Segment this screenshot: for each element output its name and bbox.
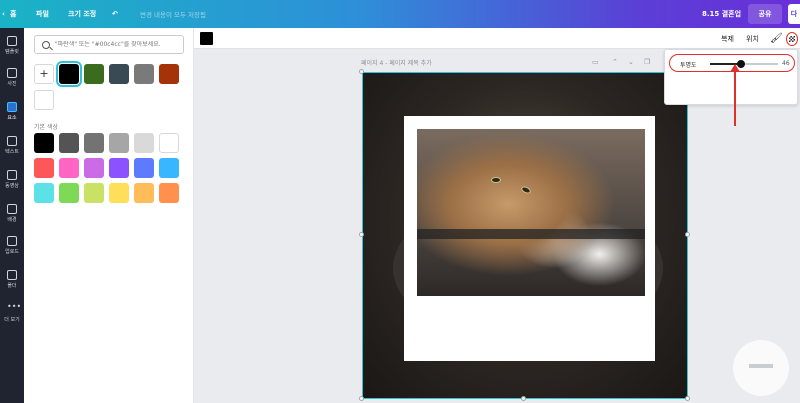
default-color-swatch[interactable]: [34, 183, 54, 203]
document-color-swatch[interactable]: [159, 64, 179, 84]
rail-item-more[interactable]: ••• 더 보기: [0, 302, 24, 324]
default-color-swatch[interactable]: [109, 183, 129, 203]
watermark-dumbbell: [749, 364, 773, 368]
resize-handle[interactable]: [359, 232, 364, 237]
resize-handle[interactable]: [359, 396, 364, 401]
default-color-swatch[interactable]: [159, 183, 179, 203]
rail-label: 폴더: [7, 283, 17, 289]
default-color-swatch[interactable]: [134, 133, 154, 153]
default-color-swatch[interactable]: [34, 158, 54, 178]
default-color-swatch[interactable]: [159, 133, 179, 153]
current-color-swatch[interactable]: [200, 32, 213, 45]
rail-label: 더 보기: [4, 317, 20, 323]
rail-item-uploads[interactable]: 업로드: [0, 236, 24, 255]
rail-item-video[interactable]: 동영상: [0, 170, 24, 189]
transparency-value[interactable]: 46: [782, 60, 790, 67]
default-color-swatch[interactable]: [59, 183, 79, 203]
resize-handle[interactable]: [685, 232, 690, 237]
transparency-label: 투명도: [680, 62, 697, 69]
default-color-swatch[interactable]: [84, 133, 104, 153]
bowl-rim: [417, 229, 645, 296]
default-color-swatch[interactable]: [109, 158, 129, 178]
transparency-slider[interactable]: [710, 60, 778, 68]
template-icon: [7, 36, 17, 46]
photo-icon: [7, 68, 17, 78]
folder-icon: [7, 270, 17, 280]
home-button[interactable]: 홈: [10, 0, 16, 28]
rail-item-background[interactable]: 배경: [0, 204, 24, 223]
resize-button[interactable]: 크기 조정: [68, 0, 96, 28]
rail-item-text[interactable]: 텍스트: [0, 136, 24, 155]
upload-icon: [7, 236, 17, 246]
rail-label: 텍스트: [5, 149, 19, 155]
rail-label: 요소: [7, 115, 17, 121]
default-color-swatch[interactable]: [84, 183, 104, 203]
rail-label: 배경: [7, 217, 17, 223]
default-color-swatch[interactable]: [34, 133, 54, 153]
page-up-icon[interactable]: ⌃: [612, 58, 618, 66]
annotation-arrow: [730, 64, 740, 126]
rail-label: 템플릿: [5, 49, 19, 55]
background-icon: [7, 204, 17, 214]
save-status: 변경 내용이 모두 저장됨: [140, 11, 206, 19]
note-icon[interactable]: ▭: [592, 58, 599, 66]
transparency-button[interactable]: [786, 32, 798, 46]
default-color-swatch[interactable]: [59, 158, 79, 178]
position-button[interactable]: 위치: [746, 28, 759, 49]
color-search[interactable]: [34, 35, 184, 54]
default-color-swatch[interactable]: [84, 158, 104, 178]
undo-icon[interactable]: ↶: [112, 0, 118, 28]
video-icon: [7, 170, 17, 180]
page-title[interactable]: 페이지 4 - 페이지 제목 추가: [361, 58, 432, 67]
transparency-popover: 투명도 46: [664, 49, 798, 105]
rail-item-elements[interactable]: 요소: [0, 102, 24, 121]
watermark-logo: [733, 340, 789, 396]
duplicate-button[interactable]: 복제: [721, 28, 734, 49]
document-color-swatch[interactable]: [56, 61, 82, 87]
copy-page-icon[interactable]: ❐: [644, 58, 650, 66]
cat-eye: [520, 185, 532, 195]
paint-roller-icon[interactable]: 🖌: [770, 28, 783, 49]
document-color-swatch[interactable]: [34, 90, 54, 110]
more-icon: •••: [7, 302, 22, 311]
default-color-swatch[interactable]: [109, 133, 129, 153]
default-color-swatch[interactable]: [159, 158, 179, 178]
cat-eye: [491, 177, 501, 183]
rail-label: 업로드: [5, 249, 19, 255]
add-color-button[interactable]: +: [34, 64, 54, 84]
elements-icon: [7, 102, 17, 112]
left-rail: 템플릿 사진 요소 텍스트 동영상 배경 업로드 폴더 ••• 더 보기: [0, 28, 24, 403]
color-search-input[interactable]: [54, 41, 183, 48]
default-color-swatch[interactable]: [134, 158, 154, 178]
document-color-swatch[interactable]: [109, 64, 129, 84]
transparency-checker-icon: [789, 36, 795, 42]
rail-label: 동영상: [5, 183, 19, 189]
file-menu-button[interactable]: 파일: [36, 0, 49, 28]
rail-item-photos[interactable]: 사진: [0, 68, 24, 87]
rail-item-folders[interactable]: 폴더: [0, 270, 24, 289]
document-color-swatch[interactable]: [134, 64, 154, 84]
rail-item-templates[interactable]: 템플릿: [0, 36, 24, 55]
resize-handle[interactable]: [359, 69, 364, 74]
page-down-icon[interactable]: ⌄: [628, 58, 634, 66]
download-button[interactable]: 다: [788, 4, 800, 24]
design-title[interactable]: 8.15 결혼업: [702, 0, 741, 28]
chevron-left-icon[interactable]: ‹: [2, 0, 5, 28]
share-button[interactable]: 공유: [748, 4, 782, 24]
resize-handle[interactable]: [685, 396, 690, 401]
element-toolbar: 복제 위치 🖌: [194, 28, 800, 49]
top-bar: ‹ 홈 파일 크기 조정 ↶ 변경 내용이 모두 저장됨 8.15 결혼업 공유…: [0, 0, 800, 28]
resize-handle[interactable]: [521, 396, 526, 401]
text-icon: [7, 136, 17, 146]
default-color-swatch[interactable]: [134, 183, 154, 203]
rail-label: 사진: [7, 81, 17, 87]
default-colors-label: 기본 색상: [34, 124, 58, 131]
search-icon: [42, 40, 50, 49]
document-color-swatch[interactable]: [84, 64, 104, 84]
color-panel: + 기본 색상: [24, 28, 194, 403]
default-color-swatch[interactable]: [59, 133, 79, 153]
cat-photo[interactable]: [417, 129, 645, 296]
